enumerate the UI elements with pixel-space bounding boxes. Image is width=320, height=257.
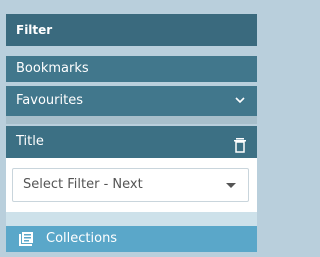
bookmarks-item[interactable]: Bookmarks bbox=[6, 56, 257, 82]
filter-panel: Filter Bookmarks Favourites Title Select… bbox=[6, 0, 257, 252]
filter-header: Filter bbox=[6, 14, 257, 46]
filter-select-value: Select Filter - Next bbox=[23, 177, 143, 192]
favourites-label: Favourites bbox=[16, 93, 83, 108]
separator-band-2 bbox=[6, 212, 257, 226]
title-filter-header: Title bbox=[6, 126, 257, 158]
bookmarks-label: Bookmarks bbox=[16, 61, 89, 76]
dropdown-arrow-icon[interactable] bbox=[226, 183, 236, 188]
filter-select[interactable]: Select Filter - Next bbox=[12, 168, 249, 202]
filter-title: Filter bbox=[16, 23, 53, 37]
trash-icon[interactable] bbox=[233, 134, 247, 153]
collections-label: Collections bbox=[46, 231, 118, 246]
collections-item[interactable]: Collections bbox=[6, 226, 257, 252]
collections-icon bbox=[18, 231, 34, 247]
title-label: Title bbox=[16, 134, 44, 149]
separator-band bbox=[6, 116, 257, 124]
favourites-item[interactable]: Favourites bbox=[6, 86, 257, 116]
